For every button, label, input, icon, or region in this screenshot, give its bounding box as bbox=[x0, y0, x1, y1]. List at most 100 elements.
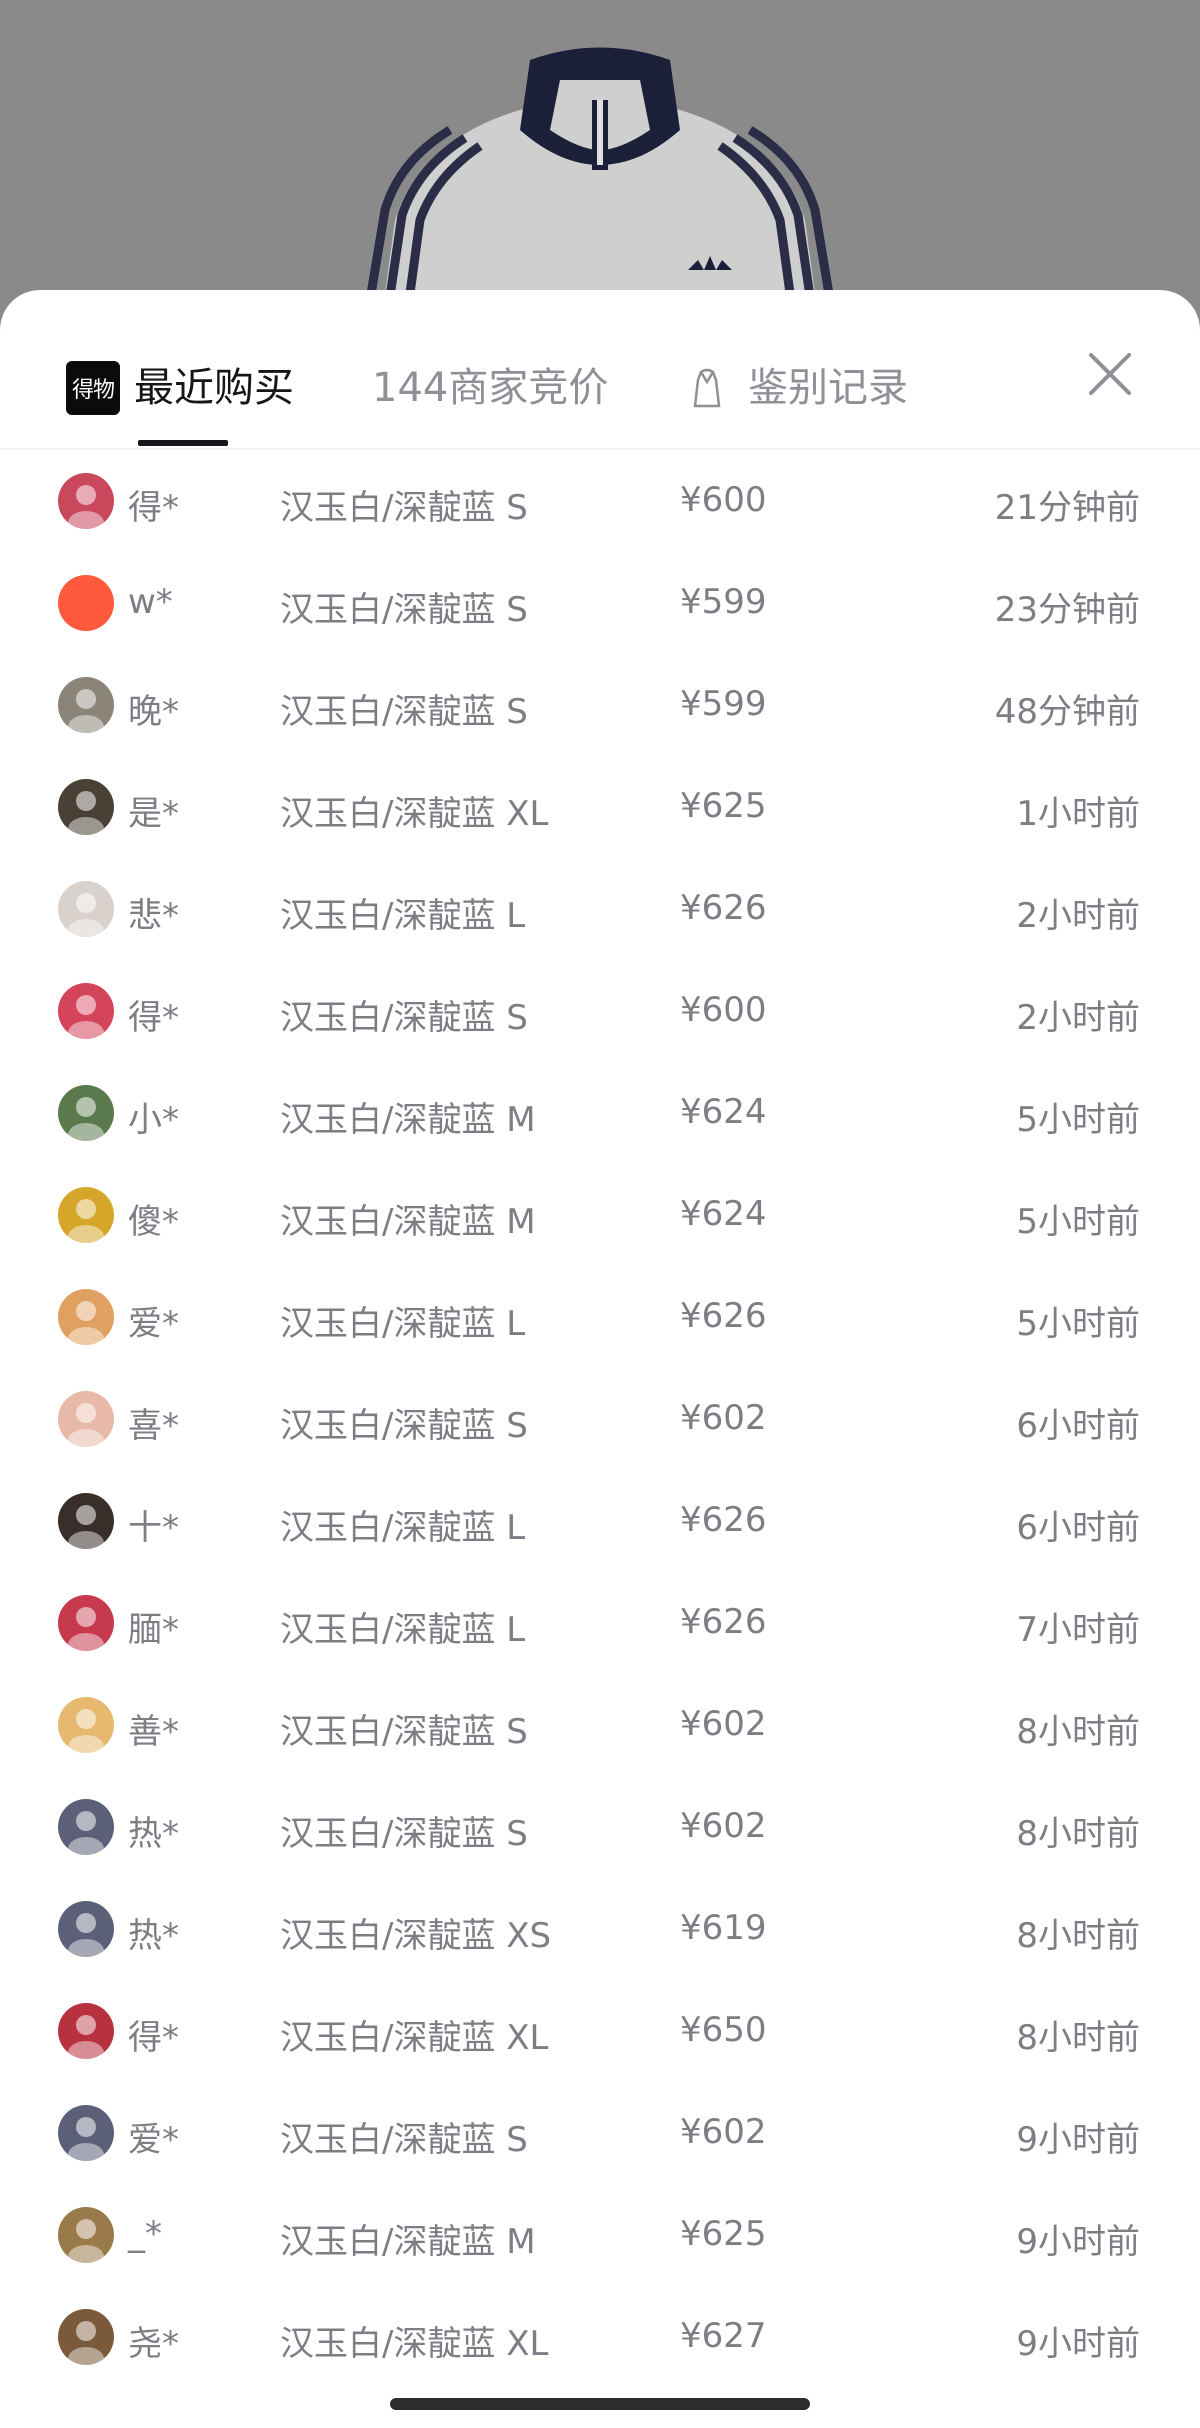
purchase-time: 8小时前 bbox=[1016, 1916, 1140, 1956]
product-spec: 汉玉白/深靛蓝 L bbox=[280, 1508, 526, 1548]
user-avatar bbox=[58, 1187, 114, 1243]
user-avatar bbox=[58, 1595, 114, 1651]
buyer-name: _* bbox=[128, 2214, 162, 2254]
user-avatar bbox=[58, 2309, 114, 2365]
purchase-row: 得* 汉玉白/深靛蓝 XL ¥650 8小时前 bbox=[30, 1980, 1170, 2082]
user-avatar bbox=[58, 1901, 114, 1957]
product-spec: 汉玉白/深靛蓝 S bbox=[280, 590, 528, 630]
purchase-time: 1小时前 bbox=[1016, 794, 1140, 834]
product-spec: 汉玉白/深靛蓝 S bbox=[280, 488, 528, 528]
purchase-time: 23分钟前 bbox=[994, 590, 1140, 630]
product-image bbox=[0, 0, 1200, 330]
purchase-time: 5小时前 bbox=[1016, 1304, 1140, 1344]
purchase-row: w* 汉玉白/深靛蓝 S ¥599 23分钟前 bbox=[30, 552, 1170, 654]
purchase-time: 5小时前 bbox=[1016, 1100, 1140, 1140]
purchase-time: 9小时前 bbox=[1016, 2222, 1140, 2262]
user-avatar bbox=[58, 881, 114, 937]
buyer-name: 悲* bbox=[128, 896, 179, 936]
user-avatar bbox=[58, 1391, 114, 1447]
product-spec: 汉玉白/深靛蓝 XS bbox=[280, 1916, 552, 1956]
purchase-price: ¥625 bbox=[680, 786, 767, 826]
close-icon bbox=[1089, 353, 1131, 395]
tab-recent-label: 最近购买 bbox=[134, 365, 294, 411]
page: 得物 最近购买 144商家竞价 鉴别记录 得* 汉玉白/深靛蓝 S ¥600 2… bbox=[0, 0, 1200, 2428]
product-spec: 汉玉白/深靛蓝 M bbox=[280, 1202, 536, 1242]
purchase-time: 7小时前 bbox=[1016, 1610, 1140, 1650]
user-avatar bbox=[58, 779, 114, 835]
user-avatar bbox=[58, 473, 114, 529]
purchase-row: 悲* 汉玉白/深靛蓝 L ¥626 2小时前 bbox=[30, 858, 1170, 960]
purchase-price: ¥600 bbox=[680, 480, 767, 520]
user-avatar bbox=[58, 1085, 114, 1141]
jacket-illustration bbox=[360, 47, 840, 330]
purchase-price: ¥650 bbox=[680, 2010, 767, 2050]
gown-icon bbox=[693, 368, 721, 408]
tab-recent-purchases[interactable]: 得物 最近购买 bbox=[66, 348, 294, 428]
purchase-time: 8小时前 bbox=[1016, 2018, 1140, 2058]
purchase-list[interactable]: 得* 汉玉白/深靛蓝 S ¥600 21分钟前 w* 汉玉白/深靛蓝 S ¥599 23分钟前… bbox=[30, 450, 1170, 2380]
tab-authentication-records[interactable]: 鉴别记录 bbox=[692, 348, 908, 428]
purchase-time: 8小时前 bbox=[1016, 1814, 1140, 1854]
purchase-time: 2小时前 bbox=[1016, 998, 1140, 1038]
purchase-price: ¥602 bbox=[680, 2112, 767, 2152]
product-spec: 汉玉白/深靛蓝 S bbox=[280, 998, 528, 1038]
buyer-name: 爱* bbox=[128, 2120, 179, 2160]
product-spec: 汉玉白/深靛蓝 S bbox=[280, 2120, 528, 2160]
recent-purchases-sheet: 得物 最近购买 144商家竞价 鉴别记录 得* 汉玉白/深靛蓝 S ¥600 2… bbox=[0, 290, 1200, 2428]
active-tab-indicator bbox=[138, 440, 228, 446]
purchase-price: ¥602 bbox=[680, 1398, 767, 1438]
product-spec: 汉玉白/深靛蓝 M bbox=[280, 1100, 536, 1140]
purchase-row: 爱* 汉玉白/深靛蓝 L ¥626 5小时前 bbox=[30, 1266, 1170, 1368]
purchase-price: ¥599 bbox=[680, 684, 767, 724]
purchase-time: 9小时前 bbox=[1016, 2120, 1140, 2160]
purchase-time: 6小时前 bbox=[1016, 1508, 1140, 1548]
purchase-row: 十* 汉玉白/深靛蓝 L ¥626 6小时前 bbox=[30, 1470, 1170, 1572]
purchase-price: ¥624 bbox=[680, 1194, 767, 1234]
purchase-price: ¥624 bbox=[680, 1092, 767, 1132]
purchase-row: 小* 汉玉白/深靛蓝 M ¥624 5小时前 bbox=[30, 1062, 1170, 1164]
buyer-name: 得* bbox=[128, 2018, 179, 2058]
purchase-price: ¥602 bbox=[680, 1704, 767, 1744]
buyer-name: 热* bbox=[128, 1814, 179, 1854]
buyer-name: 爱* bbox=[128, 1304, 179, 1344]
product-spec: 汉玉白/深靛蓝 S bbox=[280, 1406, 528, 1446]
user-avatar bbox=[58, 1289, 114, 1345]
purchase-row: 是* 汉玉白/深靛蓝 XL ¥625 1小时前 bbox=[30, 756, 1170, 858]
buyer-name: 尧* bbox=[128, 2324, 179, 2364]
purchase-price: ¥599 bbox=[680, 582, 767, 622]
user-avatar bbox=[58, 1697, 114, 1753]
product-spec: 汉玉白/深靛蓝 S bbox=[280, 1712, 528, 1752]
purchase-row: 得* 汉玉白/深靛蓝 S ¥600 21分钟前 bbox=[30, 450, 1170, 552]
product-spec: 汉玉白/深靛蓝 XL bbox=[280, 794, 549, 834]
user-avatar bbox=[58, 575, 114, 631]
poizon-logo-icon: 得物 bbox=[66, 361, 120, 415]
product-spec: 汉玉白/深靛蓝 M bbox=[280, 2222, 536, 2262]
user-avatar bbox=[58, 983, 114, 1039]
buyer-name: 傻* bbox=[128, 1202, 179, 1242]
purchase-price: ¥626 bbox=[680, 1296, 767, 1336]
product-spec: 汉玉白/深靛蓝 XL bbox=[280, 2018, 549, 2058]
product-spec: 汉玉白/深靛蓝 XL bbox=[280, 2324, 549, 2364]
purchase-price: ¥625 bbox=[680, 2214, 767, 2254]
tab-bar: 得物 最近购买 144商家竞价 鉴别记录 bbox=[0, 290, 1200, 450]
purchase-price: ¥602 bbox=[680, 1806, 767, 1846]
product-spec: 汉玉白/深靛蓝 L bbox=[280, 896, 526, 936]
purchase-row: 晚* 汉玉白/深靛蓝 S ¥599 48分钟前 bbox=[30, 654, 1170, 756]
tab-seller-bids[interactable]: 144商家竞价 bbox=[372, 348, 608, 428]
purchase-time: 5小时前 bbox=[1016, 1202, 1140, 1242]
purchase-price: ¥626 bbox=[680, 1602, 767, 1642]
purchase-time: 9小时前 bbox=[1016, 2324, 1140, 2364]
product-spec: 汉玉白/深靛蓝 S bbox=[280, 692, 528, 732]
purchase-time: 21分钟前 bbox=[994, 488, 1140, 528]
user-avatar bbox=[58, 2105, 114, 2161]
purchase-row: 得* 汉玉白/深靛蓝 S ¥600 2小时前 bbox=[30, 960, 1170, 1062]
close-button[interactable] bbox=[1080, 344, 1140, 404]
home-indicator[interactable] bbox=[390, 2398, 810, 2410]
logo-text: 得物 bbox=[71, 378, 115, 403]
buyer-name: 十* bbox=[128, 1508, 179, 1548]
purchase-time: 2小时前 bbox=[1016, 896, 1140, 936]
purchase-row: 尧* 汉玉白/深靛蓝 XL ¥627 9小时前 bbox=[30, 2286, 1170, 2380]
tab-auth-label: 鉴别记录 bbox=[748, 365, 908, 411]
user-avatar bbox=[58, 1493, 114, 1549]
buyer-name: 晚* bbox=[128, 692, 179, 732]
